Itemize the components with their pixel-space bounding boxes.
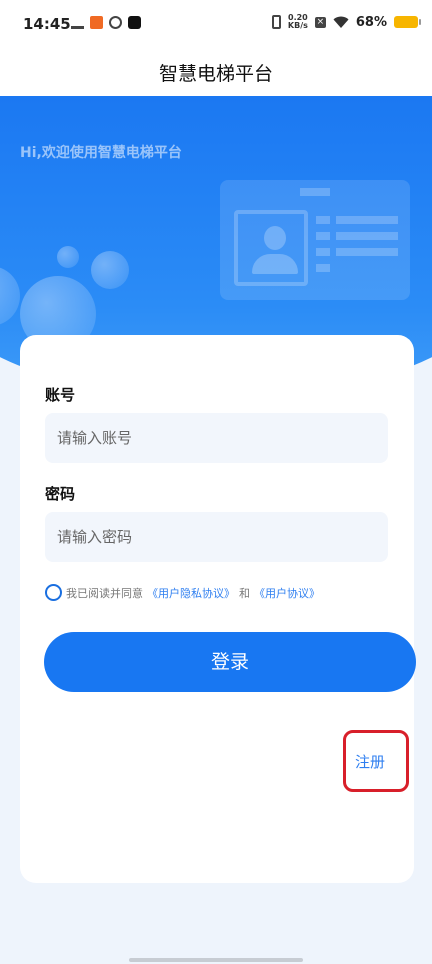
battery-icon: [394, 16, 421, 28]
network-speed-unit: KB/s: [287, 21, 308, 30]
id-card-illustration: [220, 180, 410, 300]
notification-icons: [71, 16, 141, 29]
agreement-text: 我已阅读并同意: [66, 586, 143, 600]
bubble-decoration: [0, 266, 20, 326]
id-card-line: [316, 264, 330, 272]
agreement-row: 我已阅读并同意 《用户隐私协议》和《用户协议》: [45, 584, 320, 601]
status-bar: 14:45 0.20 KB/s × 68%: [0, 0, 432, 50]
id-card-line: [336, 248, 398, 256]
bubble-decoration: [91, 251, 129, 289]
title-bar: 智慧电梯平台: [0, 50, 432, 96]
no-sim-icon: ×: [314, 16, 326, 28]
password-label: 密码: [45, 485, 76, 503]
login-page: 14:45 0.20 KB/s × 68% 智慧电梯平台 Hi,欢迎使用智慧电梯…: [0, 0, 432, 964]
person-body: [252, 254, 298, 274]
app-notification-icon: [90, 16, 103, 29]
network-speed: 0.20 KB/s: [288, 14, 308, 30]
vibrate-icon: [271, 15, 281, 29]
agreement-and-text: 和: [239, 586, 250, 600]
id-card-line: [336, 232, 398, 240]
id-card-line: [336, 216, 398, 224]
account-input[interactable]: [45, 413, 388, 463]
id-card-bar: [300, 188, 330, 196]
battery-percent: 68%: [355, 14, 387, 30]
id-card-line: [316, 216, 330, 224]
page-title: 智慧电梯平台: [158, 63, 273, 85]
bubble-decoration: [57, 246, 79, 268]
person-icon: [264, 226, 286, 250]
sync-icon: [109, 16, 122, 29]
account-label: 账号: [45, 386, 76, 404]
id-card-photo: [234, 210, 308, 286]
privacy-agreement-link[interactable]: 《用户隐私协议》: [147, 585, 235, 601]
tiktok-icon: [128, 16, 141, 29]
login-button[interactable]: 登录: [44, 632, 416, 692]
password-input[interactable]: [45, 512, 388, 562]
home-indicator[interactable]: [129, 958, 303, 962]
id-card-line: [316, 232, 330, 240]
status-time: 14:45: [23, 15, 71, 33]
agreement-radio[interactable]: [45, 584, 62, 601]
login-card: 账号 密码 我已阅读并同意《用户隐私协议》和《用户协议》 登录 注册: [20, 335, 416, 883]
register-link[interactable]: 注册: [355, 751, 385, 772]
status-indicators: 0.20 KB/s × 68%: [271, 14, 421, 30]
wifi-icon: [333, 16, 349, 28]
user-agreement-link[interactable]: 《用户协议》: [254, 585, 320, 601]
welcome-text: Hi,欢迎使用智慧电梯平台: [20, 145, 182, 161]
id-card-line: [316, 248, 330, 256]
crown-icon: [71, 16, 84, 29]
